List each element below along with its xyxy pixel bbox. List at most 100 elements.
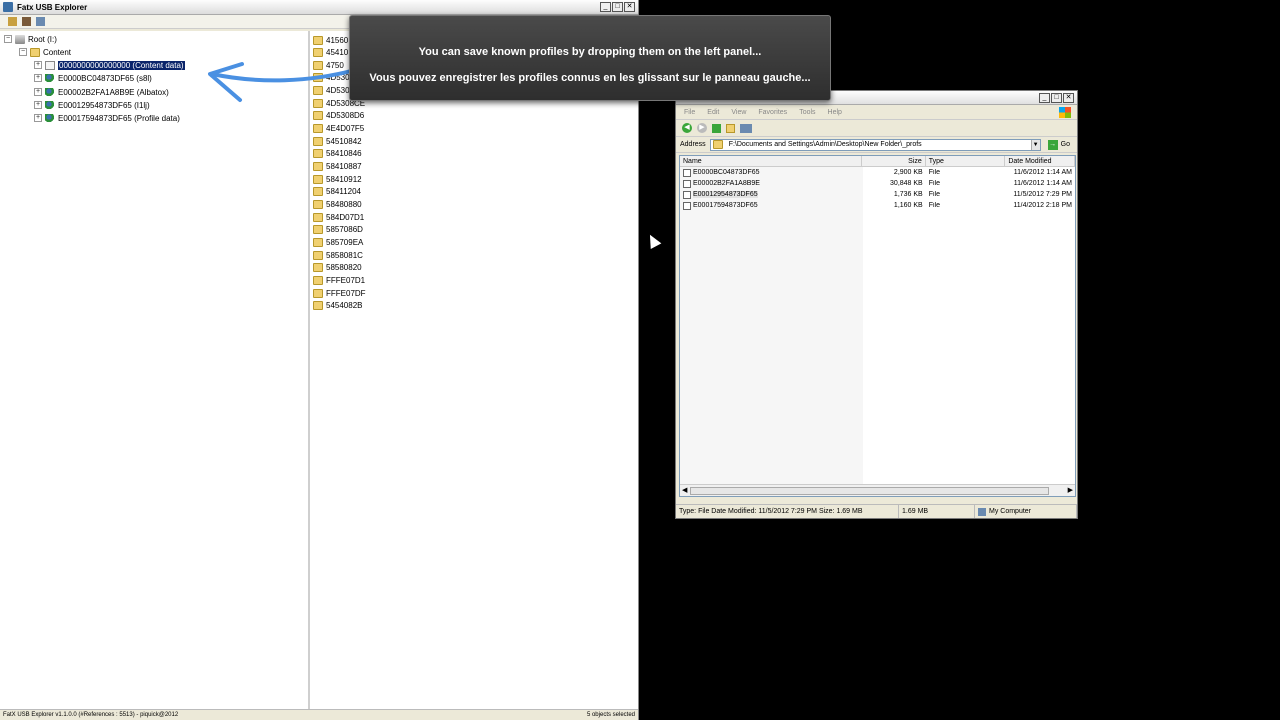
folder-item[interactable]: 4E4D07F5 <box>313 123 364 135</box>
folder-panel[interactable]: 41560 45410 4750 4D530 4D530 4D5308CE 4D5308D6… <box>310 31 638 709</box>
collapse-icon[interactable]: − <box>4 35 12 43</box>
status-info: Type: File Date Modified: 11/5/2012 7:29… <box>676 505 899 518</box>
folder-icon <box>313 187 323 197</box>
menu-file[interactable]: File <box>684 109 695 116</box>
minimize-button[interactable]: _ <box>600 2 611 12</box>
folder-item[interactable]: FFFE07DF <box>313 287 366 299</box>
folder-icon <box>313 250 323 260</box>
dropdown-arrow-icon[interactable]: ▼ <box>1030 139 1040 150</box>
go-button[interactable]: → Go <box>1045 139 1073 150</box>
up-folder-icon[interactable] <box>712 123 721 133</box>
folder-item[interactable]: 58410912 <box>313 173 362 185</box>
column-header-size[interactable]: Size <box>862 156 926 166</box>
fatx-statusbar: FatX USB Explorer v1.1.0.0 (#References … <box>0 709 638 720</box>
file-date: 11/4/2012 2:18 PM <box>1013 202 1072 209</box>
menu-help[interactable]: Help <box>828 109 842 116</box>
collapse-icon[interactable]: − <box>19 48 27 56</box>
expand-icon[interactable]: + <box>34 74 42 82</box>
file-date: 11/5/2012 7:29 PM <box>1013 191 1072 198</box>
tree-item-root[interactable]: − Root (I:) <box>4 33 57 45</box>
folder-item[interactable]: 58580820 <box>313 262 362 274</box>
folder-icon <box>313 275 323 285</box>
menu-edit[interactable]: Edit <box>707 109 719 116</box>
maximize-button[interactable]: □ <box>612 2 623 12</box>
folder-item[interactable]: 5858081C <box>313 249 363 261</box>
folder-item[interactable]: 585709EA <box>313 236 363 248</box>
folder-icon <box>313 263 323 273</box>
expand-icon[interactable]: + <box>34 114 42 122</box>
folder-icon <box>313 124 323 134</box>
menu-favorites[interactable]: Favorites <box>758 109 787 116</box>
file-size: 2,900 KB <box>893 169 923 176</box>
folder-item[interactable]: 58410846 <box>313 148 362 160</box>
tree-item-content[interactable]: − Content <box>19 46 71 58</box>
overlay-line-english: You can save known profiles by dropping … <box>418 46 762 58</box>
folder-item[interactable]: 58411204 <box>313 186 361 198</box>
folder-item[interactable]: 58480880 <box>313 198 362 210</box>
file-icon <box>683 168 691 177</box>
folder-item[interactable]: 58410887 <box>313 161 362 173</box>
tree-panel[interactable]: − Root (I:) − Content + 0000000000000000… <box>0 31 310 709</box>
file-row[interactable]: E00017594873DF65 1,160 KB File 11/4/2012 2:… <box>680 200 1075 211</box>
maximize-button[interactable]: □ <box>1051 92 1062 103</box>
file-row[interactable]: E00002B2FA1A8B9E 30,848 KB File 11/6/2012 1… <box>680 178 1075 189</box>
scroll-left-icon[interactable]: ◀ <box>682 486 687 494</box>
save-icon[interactable] <box>22 17 31 26</box>
folder-item[interactable]: FFFE07D1 <box>313 274 365 286</box>
forward-icon[interactable]: ▶ <box>697 123 707 133</box>
folder-item[interactable]: 41560 <box>313 34 348 46</box>
folder-icon <box>313 111 323 121</box>
file-type: File <box>928 191 941 198</box>
fatx-titlebar[interactable]: Fatx USB Explorer _ □ ✕ <box>0 0 638 15</box>
expand-icon[interactable]: + <box>34 61 42 69</box>
folder-icon <box>313 174 323 184</box>
scroll-right-icon[interactable]: ▶ <box>1068 486 1073 494</box>
open-icon[interactable] <box>8 17 17 26</box>
menu-view[interactable]: View <box>731 109 746 116</box>
file-name: E0000BC04873DF65 <box>693 169 760 176</box>
file-type: File <box>928 169 941 176</box>
tree-item-profile[interactable]: + E00017594873DF65 (Profile data) <box>34 112 180 124</box>
folder-item[interactable]: 5857086D <box>313 224 363 236</box>
minimize-button[interactable]: _ <box>1039 92 1050 103</box>
folder-item[interactable]: 54510842 <box>313 135 362 147</box>
tree-item-profile[interactable]: + E00002B2FA1A8B9E (Albatox) <box>34 86 169 98</box>
window-title: Fatx USB Explorer <box>17 2 88 12</box>
tree-item-content-data[interactable]: + 0000000000000000 (Content data) <box>34 59 186 71</box>
expand-icon[interactable]: + <box>34 88 42 96</box>
user-icon <box>45 100 55 110</box>
folder-item[interactable]: 584D07D1 <box>313 211 364 223</box>
horizontal-scrollbar[interactable]: ◀ ▶ <box>680 484 1075 496</box>
folders-icon[interactable] <box>726 123 735 133</box>
app-icon <box>3 2 13 12</box>
menu-tools[interactable]: Tools <box>799 109 815 116</box>
file-icon <box>683 190 691 199</box>
tree-item-profile[interactable]: + E00012954873DF65 (I1lj) <box>34 99 150 111</box>
properties-icon[interactable] <box>36 17 45 26</box>
scrollbar-thumb[interactable] <box>690 487 1049 495</box>
folder-icon <box>313 136 323 146</box>
go-arrow-icon: → <box>1047 139 1058 150</box>
folder-icon <box>313 35 323 45</box>
file-name: E00002B2FA1A8B9E <box>693 180 760 187</box>
column-header-name[interactable]: Name <box>680 156 863 166</box>
file-row[interactable]: E00012954873DF65 1,736 KB File 11/5/2012 7:… <box>680 189 1075 200</box>
back-icon[interactable]: ◀ <box>682 123 692 133</box>
address-input[interactable]: F:\Documents and Settings\Admin\Desktop\… <box>709 138 1041 151</box>
folder-item[interactable]: 5454082B <box>313 300 362 312</box>
close-button[interactable]: ✕ <box>1063 92 1074 103</box>
folder-icon <box>313 149 323 159</box>
folder-item[interactable]: 4D5308D6 <box>313 110 364 122</box>
tree-item-profile[interactable]: + E0000BC04873DF65 (s8l) <box>34 72 152 84</box>
drive-icon <box>15 34 25 44</box>
column-header-date[interactable]: Date Modified <box>1005 156 1075 166</box>
explorer-statusbar: Type: File Date Modified: 11/5/2012 7:29… <box>676 504 1077 518</box>
file-row[interactable]: E0000BC04873DF65 2,900 KB File 11/6/2012 1:… <box>680 167 1075 178</box>
views-icon[interactable] <box>740 123 752 133</box>
explorer-window: _ □ ✕ File Edit View Favorites Tools Hel… <box>675 90 1078 519</box>
file-list[interactable]: Name Size Type Date Modified E0000BC0487… <box>679 155 1076 497</box>
column-header-type[interactable]: Type <box>926 156 1006 166</box>
status-location: My Computer <box>975 505 1077 518</box>
expand-icon[interactable]: + <box>34 101 42 109</box>
close-button[interactable]: ✕ <box>624 2 635 12</box>
